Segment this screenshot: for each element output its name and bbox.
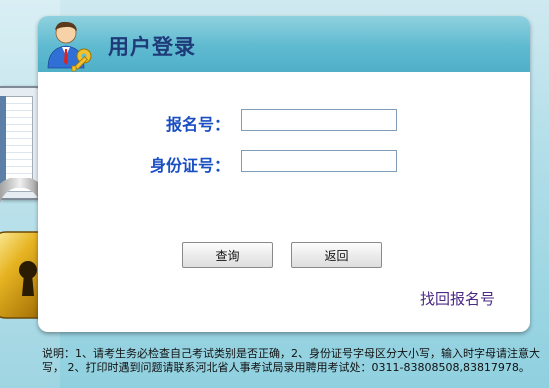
notice-text: 说明：1、请考生务必检查自己考试类别是否正确，2、身份证号字母区分大小写，输入时… <box>42 347 540 374</box>
retrieve-reg-number-link[interactable]: 找回报名号 <box>420 288 495 309</box>
id-card-label: 身份证号： <box>149 156 230 175</box>
panel-title: 用户登录 <box>108 35 196 59</box>
panel-header: 用户登录 <box>38 16 530 72</box>
reg-number-input[interactable] <box>241 109 397 131</box>
back-button[interactable]: 返回 <box>291 242 382 268</box>
id-card-input[interactable] <box>241 150 397 172</box>
query-button[interactable]: 查询 <box>182 242 273 268</box>
login-panel: 用户登录 报名号： 身份证号： 查询 返回 找回报名号 <box>38 16 530 332</box>
reg-number-label: 报名号： <box>165 115 230 134</box>
user-with-key-icon <box>47 21 92 72</box>
